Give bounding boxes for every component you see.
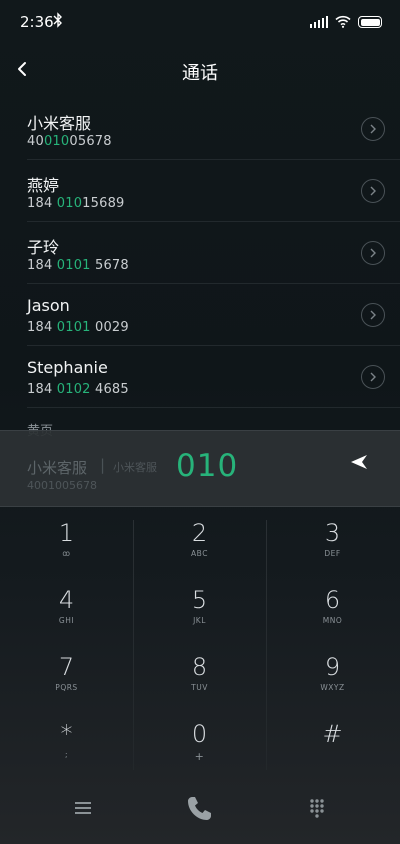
contact-number: 184 0101 5678 bbox=[27, 258, 129, 273]
contact-name: 小米客服 bbox=[27, 114, 92, 133]
key-8[interactable]: 8 TUV bbox=[133, 640, 266, 707]
key-4[interactable]: 4 GHI bbox=[0, 573, 133, 640]
dialpad-icon[interactable] bbox=[301, 792, 333, 824]
contact-row[interactable]: Stephanie 184 0102 4685 bbox=[27, 346, 400, 408]
bluetooth-icon bbox=[53, 12, 63, 32]
key-digit: 6 bbox=[324, 586, 341, 614]
details-arrow-icon[interactable] bbox=[361, 117, 385, 141]
keypad: 1ꝏ 2 ABC 3 DEF 4 GHI 5 JKL 6 MNO 7 PQRS 8 TUV 9… bbox=[0, 506, 400, 774]
status-time: 2:36 bbox=[20, 13, 54, 31]
contact-row[interactable]: 小米客服 4001005678 bbox=[27, 98, 400, 160]
key-hash[interactable]: # bbox=[266, 707, 399, 774]
contact-name: 子玲 bbox=[27, 238, 60, 257]
contact-number: 184 0101 0029 bbox=[27, 320, 129, 335]
backspace-icon[interactable] bbox=[348, 452, 370, 472]
key-letters: DEF bbox=[324, 549, 341, 558]
key-7[interactable]: 7 PQRS bbox=[0, 640, 133, 707]
key-letters: ABC bbox=[191, 549, 208, 558]
status-bar: 2:36 bbox=[0, 0, 400, 44]
key-0[interactable]: 0 + bbox=[133, 707, 266, 774]
contact-name: Jason bbox=[27, 296, 70, 315]
key-digit: 4 bbox=[58, 586, 75, 614]
key-digit: * bbox=[60, 720, 73, 748]
match-number: 4001005678 bbox=[27, 479, 97, 492]
dial-input-bar: 小米客服 | 小米客服 4001005678 010 bbox=[0, 430, 400, 507]
key-digit: 7 bbox=[58, 653, 75, 681]
contact-list: 小米客服 4001005678 燕婷 184 01015689 子玲 184 0… bbox=[0, 98, 400, 408]
signal-icon bbox=[309, 16, 328, 28]
key-1[interactable]: 1ꝏ bbox=[0, 506, 133, 573]
key-6[interactable]: 6 MNO bbox=[266, 573, 399, 640]
key-letters: MNO bbox=[322, 616, 343, 625]
key-letters: + bbox=[194, 750, 205, 763]
key-letters: GHI bbox=[58, 616, 75, 625]
details-arrow-icon[interactable] bbox=[361, 241, 385, 265]
battery-icon bbox=[358, 16, 382, 28]
header: 通话 bbox=[0, 50, 400, 90]
match-subtitle: 小米客服 bbox=[113, 461, 157, 474]
contact-row[interactable]: Jason 184 0101 0029 bbox=[27, 284, 400, 346]
dialed-number: 010 bbox=[176, 448, 239, 484]
key-digit: 9 bbox=[324, 653, 341, 681]
wifi-icon bbox=[335, 13, 351, 32]
contact-name: Stephanie bbox=[27, 358, 108, 377]
key-letters: TUV bbox=[191, 683, 208, 692]
phone-icon[interactable] bbox=[184, 792, 216, 824]
key-letters: ; bbox=[64, 750, 69, 759]
menu-icon[interactable] bbox=[67, 792, 99, 824]
contact-name: 燕婷 bbox=[27, 176, 60, 195]
key-digit: 1 bbox=[58, 519, 75, 547]
key-9[interactable]: 9 WXYZ bbox=[266, 640, 399, 707]
voicemail-icon: ꝏ bbox=[62, 549, 71, 558]
bottom-action-bar bbox=[0, 772, 400, 844]
contact-number: 184 01015689 bbox=[27, 196, 125, 211]
key-digit: 5 bbox=[191, 586, 208, 614]
key-star[interactable]: *; bbox=[0, 707, 133, 774]
key-digit: 2 bbox=[191, 519, 208, 547]
key-digit: # bbox=[322, 720, 343, 748]
contact-number: 184 0102 4685 bbox=[27, 382, 129, 397]
key-letters: JKL bbox=[193, 616, 206, 625]
contact-row[interactable]: 子玲 184 0101 5678 bbox=[27, 222, 400, 284]
key-letters: PQRS bbox=[55, 683, 78, 692]
key-letters: WXYZ bbox=[320, 683, 345, 692]
status-icons bbox=[309, 13, 382, 32]
contact-row[interactable]: 燕婷 184 01015689 bbox=[27, 160, 400, 222]
key-digit: 3 bbox=[324, 519, 341, 547]
key-digit: 8 bbox=[191, 653, 208, 681]
details-arrow-icon[interactable] bbox=[361, 179, 385, 203]
contact-number: 4001005678 bbox=[27, 134, 112, 149]
details-arrow-icon[interactable] bbox=[361, 365, 385, 389]
key-2[interactable]: 2 ABC bbox=[133, 506, 266, 573]
match-separator: | bbox=[100, 456, 106, 474]
page-title: 通话 bbox=[182, 63, 218, 84]
key-digit: 0 bbox=[191, 720, 208, 748]
key-3[interactable]: 3 DEF bbox=[266, 506, 399, 573]
key-5[interactable]: 5 JKL bbox=[133, 573, 266, 640]
details-arrow-icon[interactable] bbox=[361, 303, 385, 327]
match-name[interactable]: 小米客服 bbox=[27, 457, 87, 478]
dialer-screen: 2:36 通话 小米客服 4001005678 燕婷 184 01015689 … bbox=[0, 0, 400, 844]
